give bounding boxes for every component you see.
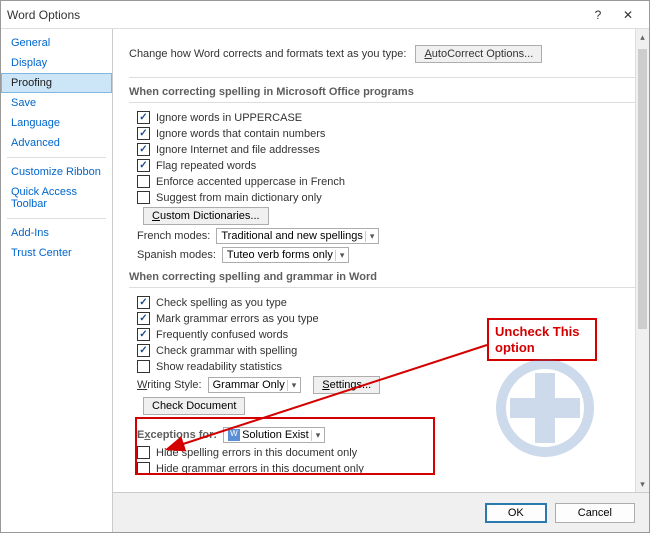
opt-readability[interactable]: Show readability statistics xyxy=(137,360,639,373)
section-office-spelling: When correcting spelling in Microsoft Of… xyxy=(129,86,639,103)
checkbox-icon[interactable] xyxy=(137,175,150,188)
sidebar-item-customize-ribbon[interactable]: Customize Ribbon xyxy=(1,162,112,182)
opt-flag-repeated[interactable]: Flag repeated words xyxy=(137,159,639,172)
dialog-footer: OK Cancel xyxy=(113,492,649,532)
sidebar-separator xyxy=(7,218,106,219)
sidebar-item-language[interactable]: Language xyxy=(1,113,112,133)
opt-check-spelling[interactable]: Check spelling as you type xyxy=(137,296,639,309)
chevron-down-icon: ▾ xyxy=(335,250,345,261)
sidebar-item-advanced[interactable]: Advanced xyxy=(1,133,112,153)
scrollbar-thumb[interactable] xyxy=(638,49,647,329)
checkbox-icon[interactable] xyxy=(137,328,150,341)
writing-style-label: Writing Style: xyxy=(137,379,202,391)
autocorrect-row: Change how Word corrects and formats tex… xyxy=(129,35,639,78)
custom-dictionaries-row: Custom Dictionaries... xyxy=(137,207,639,225)
scroll-down-icon[interactable]: ▾ xyxy=(636,476,649,492)
spanish-modes-label: Spanish modes: xyxy=(137,249,216,261)
ok-button[interactable]: OK xyxy=(485,503,547,523)
checkbox-icon[interactable] xyxy=(137,111,150,124)
autocorrect-options-button[interactable]: AutoCorrect Options... xyxy=(415,45,542,63)
checkbox-icon[interactable] xyxy=(137,143,150,156)
sidebar: General Display Proofing Save Language A… xyxy=(1,29,113,532)
dialog-title: Word Options xyxy=(7,8,583,22)
opt-accented-french[interactable]: Enforce accented uppercase in French xyxy=(137,175,639,188)
check-document-row: Check Document xyxy=(137,397,639,415)
opt-ignore-internet[interactable]: Ignore Internet and file addresses xyxy=(137,143,639,156)
checkbox-icon[interactable] xyxy=(137,296,150,309)
writing-style-select[interactable]: Grammar Only▾ xyxy=(208,377,302,393)
french-modes-row: French modes: Traditional and new spelli… xyxy=(137,228,639,244)
opt-ignore-uppercase[interactable]: Ignore words in UPPERCASE xyxy=(137,111,639,124)
opt-main-dictionary[interactable]: Suggest from main dictionary only xyxy=(137,191,639,204)
checkbox-icon[interactable] xyxy=(137,312,150,325)
chevron-down-icon: ▾ xyxy=(365,231,375,242)
checkbox-icon[interactable] xyxy=(137,127,150,140)
sidebar-item-addins[interactable]: Add-Ins xyxy=(1,223,112,243)
cancel-button[interactable]: Cancel xyxy=(555,503,635,523)
checkbox-icon[interactable] xyxy=(137,360,150,373)
sidebar-item-quick-access[interactable]: Quick Access Toolbar xyxy=(1,182,112,214)
section-word-spelling: When correcting spelling and grammar in … xyxy=(129,271,639,288)
autocorrect-label: Change how Word corrects and formats tex… xyxy=(129,48,406,60)
opt-ignore-numbers[interactable]: Ignore words that contain numbers xyxy=(137,127,639,140)
sidebar-item-proofing[interactable]: Proofing xyxy=(1,73,112,93)
french-modes-select[interactable]: Traditional and new spellings▾ xyxy=(216,228,379,244)
help-icon[interactable]: ? xyxy=(583,4,613,26)
checkbox-icon[interactable] xyxy=(137,159,150,172)
sidebar-item-display[interactable]: Display xyxy=(1,53,112,73)
close-icon[interactable]: ✕ xyxy=(613,4,643,26)
check-document-button[interactable]: Check Document xyxy=(143,397,245,415)
settings-button[interactable]: Settings... xyxy=(313,376,380,394)
chevron-down-icon: ▾ xyxy=(287,380,297,391)
scrollbar[interactable]: ▴ ▾ xyxy=(635,29,649,492)
sidebar-separator xyxy=(7,157,106,158)
sidebar-item-save[interactable]: Save xyxy=(1,93,112,113)
writing-style-row: Writing Style: Grammar Only▾ Settings... xyxy=(137,376,639,394)
checkbox-icon[interactable] xyxy=(137,191,150,204)
sidebar-item-trust-center[interactable]: Trust Center xyxy=(1,243,112,263)
spanish-modes-row: Spanish modes: Tuteo verb forms only▾ xyxy=(137,247,639,263)
annotation-highlight-box xyxy=(135,417,435,475)
annotation-callout: Uncheck This option xyxy=(487,318,597,361)
custom-dictionaries-button[interactable]: Custom Dictionaries... xyxy=(143,207,269,225)
scroll-up-icon[interactable]: ▴ xyxy=(636,29,649,45)
checkbox-icon[interactable] xyxy=(137,344,150,357)
french-modes-label: French modes: xyxy=(137,230,210,242)
sidebar-item-general[interactable]: General xyxy=(1,33,112,53)
titlebar: Word Options ? ✕ xyxy=(1,1,649,29)
spanish-modes-select[interactable]: Tuteo verb forms only▾ xyxy=(222,247,350,263)
